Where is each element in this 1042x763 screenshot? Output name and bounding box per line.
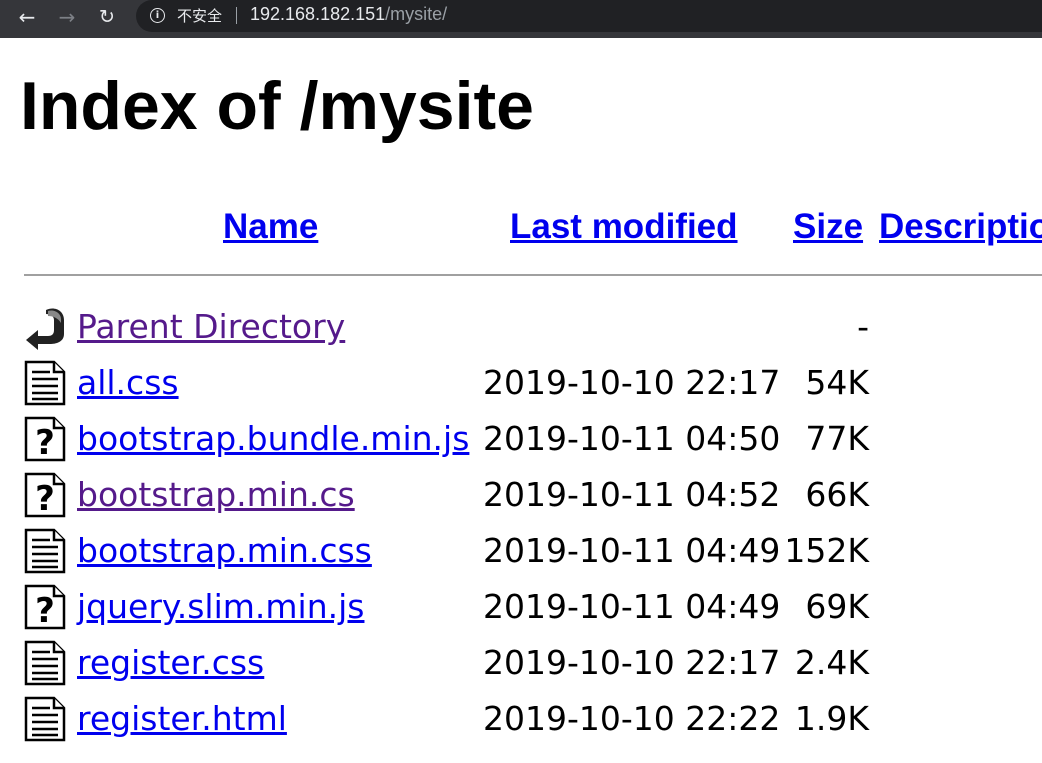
file-link[interactable]: bootstrap.min.cs bbox=[77, 475, 355, 515]
file-link[interactable]: register.html bbox=[77, 699, 287, 739]
last-modified-cell: 2019-10-11 04:49 bbox=[483, 587, 781, 626]
address-divider bbox=[236, 7, 237, 24]
reload-icon[interactable]: ↻ bbox=[94, 4, 120, 30]
file-link[interactable]: register.css bbox=[77, 643, 264, 683]
back-arrow-icon[interactable]: ← bbox=[14, 4, 40, 30]
file-row: ? bootstrap.min.cs 2019-10-11 04:52 66K bbox=[0, 472, 1042, 528]
last-modified-cell: 2019-10-10 22:22 bbox=[483, 699, 781, 738]
unknown-file-icon: ? bbox=[24, 416, 66, 463]
header-divider bbox=[24, 274, 1042, 276]
file-row: register.css 2019-10-10 22:17 2.4K bbox=[0, 640, 1042, 696]
file-link[interactable]: bootstrap.min.css bbox=[77, 531, 372, 571]
size-cell: 54K bbox=[805, 363, 869, 402]
size-cell: 2.4K bbox=[794, 643, 869, 682]
column-size-sort-link[interactable]: Size bbox=[793, 206, 863, 248]
text-file-icon bbox=[24, 360, 66, 406]
svg-text:?: ? bbox=[35, 591, 55, 630]
file-row: Parent Directory - bbox=[0, 304, 1042, 360]
text-file-icon bbox=[24, 640, 66, 686]
size-cell: 69K bbox=[805, 587, 869, 626]
file-link[interactable]: jquery.slim.min.js bbox=[77, 587, 364, 627]
url-host: 192.168.182.151 bbox=[250, 4, 386, 24]
url-path: /mysite/ bbox=[385, 4, 448, 24]
file-row: ? jquery.slim.min.js 2019-10-11 04:49 69K bbox=[0, 584, 1042, 640]
size-cell: - bbox=[857, 307, 869, 346]
parent-directory-link[interactable]: Parent Directory bbox=[77, 307, 345, 347]
file-row: register.html 2019-10-10 22:22 1.9K bbox=[0, 696, 1042, 752]
last-modified-cell: 2019-10-11 04:52 bbox=[483, 475, 781, 514]
size-cell: 66K bbox=[805, 475, 869, 514]
file-row: bootstrap.min.css 2019-10-11 04:49 152K bbox=[0, 528, 1042, 584]
forward-arrow-icon[interactable]: → bbox=[54, 4, 80, 30]
file-row: all.css 2019-10-10 22:17 54K bbox=[0, 360, 1042, 416]
last-modified-cell: 2019-10-11 04:50 bbox=[483, 419, 781, 458]
file-row: ? bootstrap.bundle.min.js 2019-10-11 04:5… bbox=[0, 416, 1042, 472]
last-modified-cell: 2019-10-10 22:17 bbox=[483, 643, 781, 682]
unknown-file-icon: ? bbox=[24, 472, 66, 519]
text-file-icon bbox=[24, 528, 66, 574]
svg-text:?: ? bbox=[35, 479, 55, 518]
text-file-icon bbox=[24, 696, 66, 742]
last-modified-cell: 2019-10-10 22:17 bbox=[483, 363, 781, 402]
file-link[interactable]: all.css bbox=[77, 363, 179, 403]
svg-text:?: ? bbox=[35, 423, 55, 462]
info-icon[interactable]: i bbox=[150, 8, 165, 23]
page-title: Index of /mysite bbox=[20, 68, 534, 144]
file-link[interactable]: bootstrap.bundle.min.js bbox=[77, 419, 469, 459]
size-cell: 152K bbox=[784, 531, 869, 570]
browser-toolbar: ← → ↻ i 不安全 192.168.182.151/mysite/ bbox=[0, 0, 1042, 38]
size-cell: 77K bbox=[805, 419, 869, 458]
url-text[interactable]: 192.168.182.151/mysite/ bbox=[250, 4, 447, 25]
column-last-modified-sort-link[interactable]: Last modified bbox=[510, 206, 738, 248]
back-arrow-icon bbox=[24, 304, 66, 350]
last-modified-cell: 2019-10-11 04:49 bbox=[483, 531, 781, 570]
column-description-sort-link[interactable]: Description bbox=[879, 206, 1042, 248]
unknown-file-icon: ? bbox=[24, 584, 66, 631]
column-name-sort-link[interactable]: Name bbox=[223, 206, 318, 248]
size-cell: 1.9K bbox=[794, 699, 869, 738]
security-label[interactable]: 不安全 bbox=[177, 5, 222, 26]
